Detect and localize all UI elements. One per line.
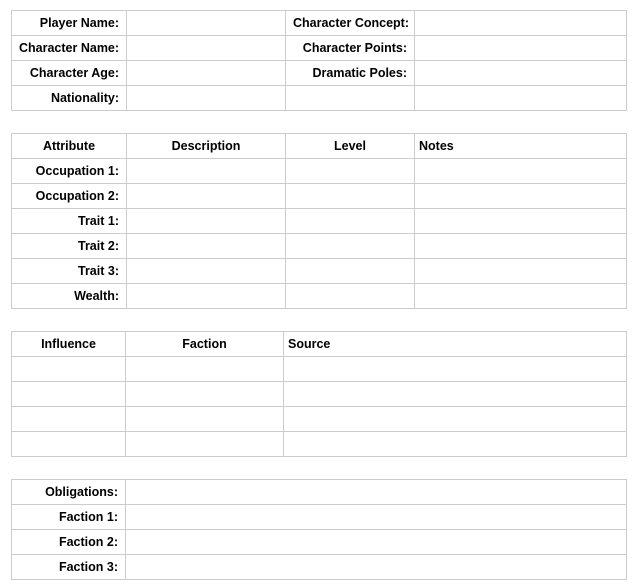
table-row (11, 431, 627, 457)
table-row: Character Name: Character Points: (11, 35, 627, 61)
influence-cell[interactable] (125, 356, 284, 382)
table-row: Trait 1: (11, 208, 627, 234)
attribute-value[interactable] (285, 208, 415, 234)
attribute-label: Occupation 2: (11, 183, 127, 209)
influence-cell[interactable] (11, 406, 126, 432)
attribute-label: Occupation 1: (11, 158, 127, 184)
field-label: Dramatic Poles: (285, 60, 415, 86)
attribute-value[interactable] (414, 158, 627, 184)
table-row (11, 381, 627, 407)
attribute-value[interactable] (126, 183, 286, 209)
attributes-table: Attribute Description Level Notes Occupation… (11, 133, 627, 309)
character-info-table: Player Name: Character Concept: Character … (11, 10, 627, 111)
field-label: Character Points: (285, 35, 415, 61)
attribute-value[interactable] (126, 283, 286, 309)
attribute-value[interactable] (285, 158, 415, 184)
column-header: Faction (125, 331, 284, 357)
field-value[interactable] (414, 35, 627, 61)
influence-table: Influence Faction Source (11, 331, 627, 457)
influence-cell[interactable] (283, 381, 627, 407)
table-row: Player Name: Character Concept: (11, 10, 627, 36)
influence-cell[interactable] (125, 381, 284, 407)
influence-cell[interactable] (11, 431, 126, 457)
obligation-label: Faction 2: (11, 529, 126, 555)
attribute-label: Trait 2: (11, 233, 127, 259)
obligation-label: Faction 1: (11, 504, 126, 530)
column-header: Influence (11, 331, 126, 357)
field-value[interactable] (414, 60, 627, 86)
field-label: Character Concept: (285, 10, 415, 36)
field-value[interactable] (126, 60, 286, 86)
attribute-value[interactable] (126, 158, 286, 184)
table-row: Occupation 2: (11, 183, 627, 209)
attribute-label: Trait 1: (11, 208, 127, 234)
influence-cell[interactable] (283, 356, 627, 382)
table-row: Trait 3: (11, 258, 627, 284)
influence-cell[interactable] (125, 431, 284, 457)
field-label: Player Name: (11, 10, 127, 36)
attribute-value[interactable] (126, 258, 286, 284)
field-value[interactable] (126, 35, 286, 61)
obligation-value[interactable] (125, 554, 627, 580)
table-row (11, 406, 627, 432)
attribute-value[interactable] (414, 183, 627, 209)
table-row: Faction 3: (11, 554, 627, 580)
column-header: Source (283, 331, 627, 357)
attribute-value[interactable] (285, 258, 415, 284)
table-row: Occupation 1: (11, 158, 627, 184)
attribute-value[interactable] (126, 208, 286, 234)
table-row: Faction 1: (11, 504, 627, 530)
field-value[interactable] (126, 10, 286, 36)
table-row: Obligations: (11, 479, 627, 505)
field-value[interactable] (414, 10, 627, 36)
field-value[interactable] (126, 85, 286, 111)
attribute-label: Trait 3: (11, 258, 127, 284)
obligation-value[interactable] (125, 529, 627, 555)
column-header: Level (285, 133, 415, 159)
table-row: Nationality: (11, 85, 627, 111)
column-header: Attribute (11, 133, 127, 159)
field-label: Character Age: (11, 60, 127, 86)
table-row: Attribute Description Level Notes (11, 133, 627, 159)
influence-cell[interactable] (125, 406, 284, 432)
attribute-value[interactable] (285, 283, 415, 309)
obligation-label: Faction 3: (11, 554, 126, 580)
table-row: Trait 2: (11, 233, 627, 259)
field-label: Character Name: (11, 35, 127, 61)
table-row: Wealth: (11, 283, 627, 309)
attribute-value[interactable] (285, 233, 415, 259)
table-row: Character Age: Dramatic Poles: (11, 60, 627, 86)
attribute-value[interactable] (285, 183, 415, 209)
field-label (285, 85, 415, 111)
influence-cell[interactable] (283, 431, 627, 457)
attribute-value[interactable] (414, 233, 627, 259)
obligation-value[interactable] (125, 479, 627, 505)
obligations-table: Obligations: Faction 1: Faction 2: Faction … (11, 479, 627, 580)
column-header: Description (126, 133, 286, 159)
field-value[interactable] (414, 85, 627, 111)
table-row: Influence Faction Source (11, 331, 627, 357)
attribute-value[interactable] (126, 233, 286, 259)
attribute-value[interactable] (414, 208, 627, 234)
influence-cell[interactable] (11, 381, 126, 407)
influence-cell[interactable] (283, 406, 627, 432)
influence-cell[interactable] (11, 356, 126, 382)
table-row (11, 356, 627, 382)
attribute-label: Wealth: (11, 283, 127, 309)
table-row: Faction 2: (11, 529, 627, 555)
attribute-value[interactable] (414, 283, 627, 309)
attribute-value[interactable] (414, 258, 627, 284)
field-label: Nationality: (11, 85, 127, 111)
obligation-value[interactable] (125, 504, 627, 530)
column-header: Notes (414, 133, 627, 159)
obligation-label: Obligations: (11, 479, 126, 505)
